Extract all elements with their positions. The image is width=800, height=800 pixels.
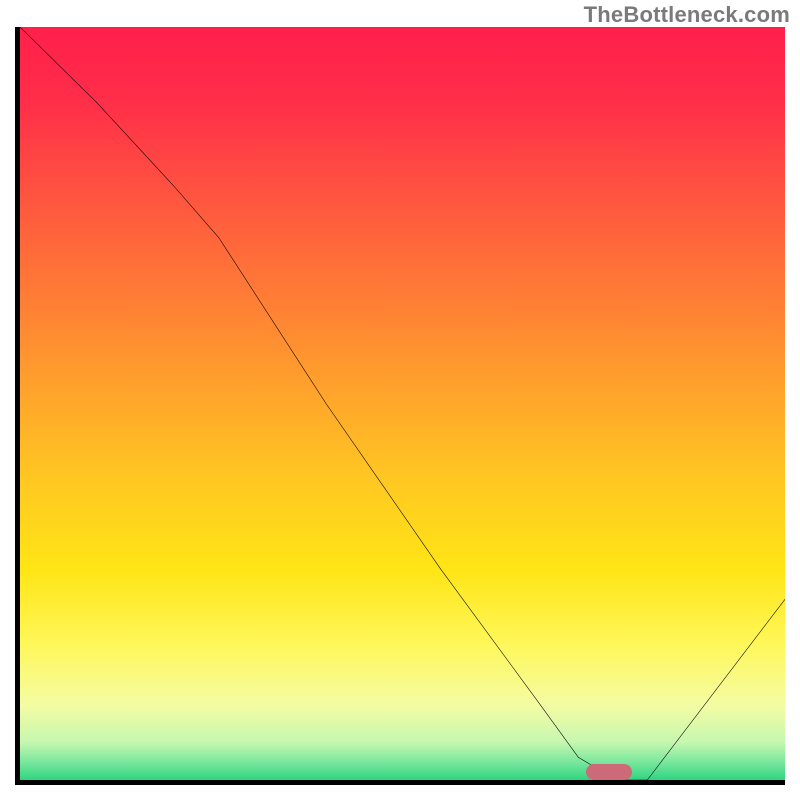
plot-area xyxy=(15,27,785,785)
optimal-marker xyxy=(586,764,632,780)
chart-canvas: TheBottleneck.com xyxy=(0,0,800,800)
bottleneck-curve xyxy=(20,27,785,780)
watermark-text: TheBottleneck.com xyxy=(584,2,790,28)
